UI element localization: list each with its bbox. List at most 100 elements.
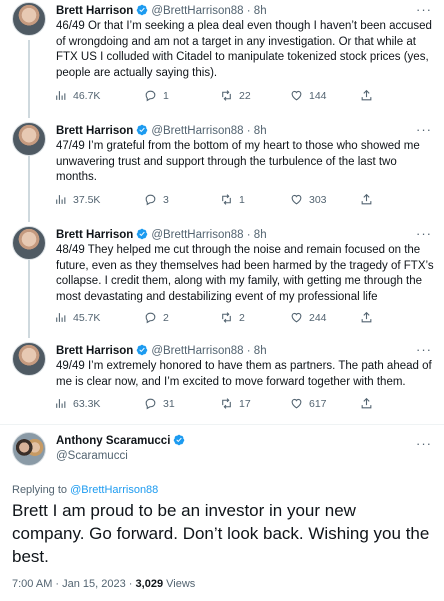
share-icon	[361, 89, 372, 101]
thread-line	[28, 156, 30, 222]
views-button[interactable]: 46.7K	[54, 89, 100, 102]
tweet-header: Brett Harrison @BrettHarrison88 · 8h	[56, 228, 267, 242]
author-handle[interactable]: @BrettHarrison88	[151, 229, 243, 241]
avatar[interactable]	[12, 342, 46, 376]
author-handle[interactable]: @BrettHarrison88	[151, 5, 243, 17]
tweet-text: 46/49 Or that I’m seeking a plea deal ev…	[56, 20, 432, 79]
more-icon[interactable]: ···	[416, 342, 432, 357]
views-label: Views	[163, 578, 196, 590]
like-icon	[291, 90, 302, 101]
views-count: 63.3K	[73, 397, 101, 410]
avatar[interactable]	[12, 226, 46, 260]
views-count: 46.7K	[73, 89, 101, 102]
tweet-text: 49/49 I’m extremely honored to have them…	[56, 360, 432, 388]
retweet-button[interactable]: 22	[220, 89, 251, 102]
author-name[interactable]: Brett Harrison	[56, 5, 133, 17]
author-name[interactable]: Brett Harrison	[56, 345, 133, 357]
share-button[interactable]	[360, 89, 373, 102]
more-icon[interactable]: ···	[416, 2, 432, 17]
author-handle[interactable]: @BrettHarrison88	[151, 125, 243, 137]
author-name[interactable]: Brett Harrison	[56, 125, 133, 137]
author-name[interactable]: Brett Harrison	[56, 229, 133, 241]
like-button[interactable]: 244	[290, 311, 327, 324]
thread-line	[28, 40, 30, 118]
divider	[0, 424, 444, 425]
replying-to: Replying to @BrettHarrison88	[12, 484, 158, 496]
like-button[interactable]: 144	[290, 89, 327, 102]
share-button[interactable]	[360, 193, 373, 206]
retweet-button[interactable]: 2	[220, 311, 245, 324]
views-count: 45.7K	[73, 311, 101, 324]
like-icon	[291, 398, 302, 409]
reply-button[interactable]: 3	[144, 193, 169, 206]
tweet-timestamp[interactable]: 7:00 AM · Jan 15, 2023 ·	[12, 578, 136, 590]
timestamp[interactable]: 8h	[254, 345, 267, 357]
views-icon	[56, 91, 66, 100]
timestamp[interactable]: 8h	[254, 229, 267, 241]
share-button[interactable]	[360, 397, 373, 410]
like-icon	[291, 312, 302, 323]
retweet-icon	[222, 312, 231, 323]
timestamp[interactable]: 8h	[254, 125, 267, 137]
share-icon	[361, 193, 372, 205]
reply-icon	[145, 90, 156, 102]
separator-dot: ·	[246, 5, 251, 17]
tweet-meta: 7:00 AM · Jan 15, 2023 · 3,029 Views	[12, 578, 195, 590]
views-button[interactable]: 63.3K	[54, 397, 100, 410]
verified-icon	[137, 344, 148, 356]
thread-line	[28, 260, 30, 338]
separator-dot: ·	[246, 125, 251, 137]
reply-button[interactable]: 31	[144, 397, 175, 410]
tweet-header: Anthony Scaramucci	[56, 434, 188, 448]
reply-icon	[145, 194, 156, 206]
tweet-actions: 63.3K 31 17 617	[54, 397, 384, 413]
handle-line: @Scaramucci	[56, 449, 128, 463]
retweet-icon	[222, 90, 231, 101]
share-button[interactable]	[360, 311, 373, 324]
timestamp[interactable]: 8h	[254, 5, 267, 17]
avatar[interactable]	[12, 122, 46, 156]
replying-to-link[interactable]: @BrettHarrison88	[70, 484, 158, 496]
like-icon	[291, 194, 302, 205]
replying-prefix: Replying to	[12, 484, 71, 496]
like-count: 144	[309, 89, 327, 102]
retweet-count: 2	[239, 311, 245, 324]
reply-icon	[145, 312, 156, 324]
like-button[interactable]: 303	[290, 193, 327, 206]
like-count: 303	[309, 193, 327, 206]
like-button[interactable]: 617	[290, 397, 327, 410]
author-handle[interactable]: @BrettHarrison88	[151, 345, 243, 357]
reply-button[interactable]: 1	[144, 89, 169, 102]
more-icon[interactable]: ···	[416, 122, 432, 137]
share-icon	[361, 397, 372, 409]
author-handle[interactable]: @Scaramucci	[56, 450, 128, 462]
views-button[interactable]: 37.5K	[54, 193, 100, 206]
tweet-text: 48/49 They helped me cut through the noi…	[56, 244, 434, 303]
verified-icon	[137, 228, 148, 240]
avatar[interactable]	[12, 2, 46, 36]
tweet-header: Brett Harrison @BrettHarrison88 · 8h	[56, 4, 267, 18]
views-count: 37.5K	[73, 193, 101, 206]
more-icon[interactable]: ···	[416, 436, 432, 451]
tweet-actions: 45.7K 2 2 244	[54, 311, 384, 327]
retweet-button[interactable]: 17	[220, 397, 251, 410]
views-icon	[56, 399, 66, 408]
separator-dot: ·	[246, 345, 251, 357]
verified-icon	[137, 124, 148, 136]
more-icon[interactable]: ···	[416, 226, 432, 241]
reply-count: 2	[163, 311, 169, 324]
tweet-header: Brett Harrison @BrettHarrison88 · 8h	[56, 344, 267, 358]
views-button[interactable]: 45.7K	[54, 311, 100, 324]
avatar[interactable]	[12, 432, 46, 466]
like-count: 617	[309, 397, 327, 410]
tweet-text: 47/49 I’m grateful from the bottom of my…	[56, 140, 420, 183]
like-count: 244	[309, 311, 327, 324]
verified-icon	[174, 434, 185, 446]
reply-button[interactable]: 2	[144, 311, 169, 324]
retweet-button[interactable]: 1	[220, 193, 245, 206]
retweet-icon	[222, 398, 231, 409]
author-name[interactable]: Anthony Scaramucci	[56, 435, 170, 447]
retweet-icon	[222, 194, 231, 205]
retweet-count: 17	[239, 397, 251, 410]
reply-count: 1	[163, 89, 169, 102]
